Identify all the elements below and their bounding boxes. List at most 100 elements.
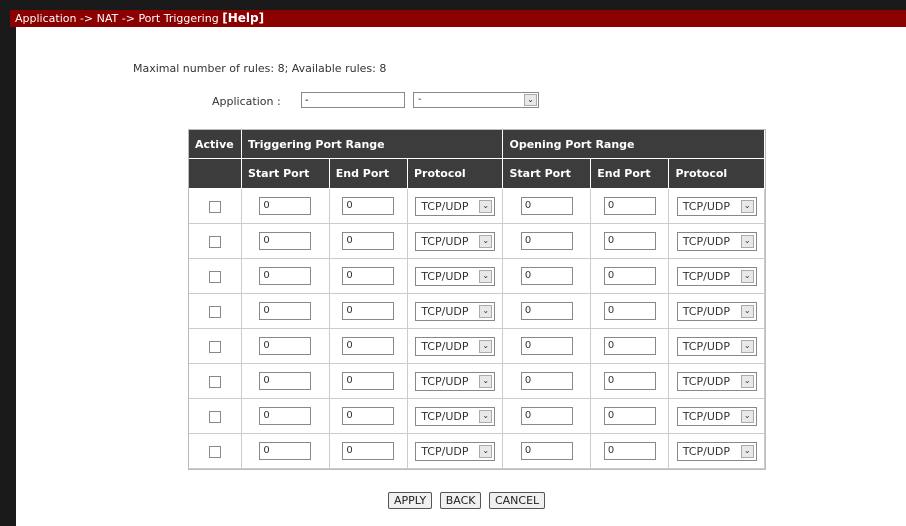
trig-protocol-value: TCP/UDP bbox=[421, 444, 469, 458]
open-end-port-input[interactable]: 0 bbox=[603, 197, 656, 215]
active-checkbox[interactable] bbox=[209, 445, 221, 458]
application-input[interactable] bbox=[301, 92, 405, 108]
header-trig-start-port: Start Port bbox=[242, 159, 330, 189]
open-protocol-select[interactable]: TCP/UDP ⌄ bbox=[676, 231, 757, 251]
chevron-down-icon[interactable]: ⌄ bbox=[740, 304, 754, 318]
header-active: Active bbox=[189, 130, 242, 159]
open-end-port-input[interactable]: 0 bbox=[603, 372, 656, 390]
trig-start-port-input[interactable]: 0 bbox=[259, 302, 312, 320]
open-end-port-input[interactable]: 0 bbox=[603, 442, 656, 460]
open-start-port-input[interactable]: 0 bbox=[520, 197, 573, 215]
open-protocol-value: TCP/UDP bbox=[682, 269, 730, 283]
trig-end-port-input[interactable]: 0 bbox=[342, 302, 395, 320]
trig-protocol-select[interactable]: TCP/UDP ⌄ bbox=[415, 301, 496, 321]
open-protocol-select[interactable]: TCP/UDP ⌄ bbox=[676, 371, 757, 391]
trig-protocol-select[interactable]: TCP/UDP ⌄ bbox=[415, 196, 496, 216]
table-cell: 0 bbox=[329, 189, 408, 224]
cancel-button[interactable]: CANCEL bbox=[488, 492, 546, 509]
back-button[interactable]: BACK bbox=[439, 492, 482, 509]
table-row: 0 0 TCP/UDP ⌄ 0 0 TCP/UDP ⌄ bbox=[189, 434, 765, 469]
chevron-down-icon[interactable]: ⌄ bbox=[740, 409, 754, 423]
trig-start-port-input[interactable]: 0 bbox=[259, 232, 312, 250]
chevron-down-icon[interactable]: ⌄ bbox=[479, 444, 493, 458]
trig-end-port-input[interactable]: 0 bbox=[342, 267, 395, 285]
apply-button[interactable]: APPLY bbox=[388, 492, 433, 509]
trig-protocol-select[interactable]: TCP/UDP ⌄ bbox=[415, 231, 496, 251]
trig-start-port-input[interactable]: 0 bbox=[259, 337, 312, 355]
open-protocol-select[interactable]: TCP/UDP ⌄ bbox=[676, 406, 757, 426]
open-end-port-input[interactable]: 0 bbox=[603, 267, 656, 285]
trig-start-port-input[interactable]: 0 bbox=[259, 407, 312, 425]
table-cell: TCP/UDP ⌄ bbox=[669, 294, 765, 329]
table-cell: 0 bbox=[591, 329, 670, 364]
trig-end-port-input[interactable]: 0 bbox=[342, 197, 395, 215]
open-end-port-input[interactable]: 0 bbox=[603, 232, 656, 250]
active-checkbox[interactable] bbox=[209, 305, 221, 318]
chevron-down-icon[interactable]: ⌄ bbox=[740, 199, 754, 213]
trig-protocol-select[interactable]: TCP/UDP ⌄ bbox=[415, 441, 496, 461]
chevron-down-icon[interactable]: ⌄ bbox=[740, 234, 754, 248]
active-checkbox[interactable] bbox=[209, 410, 221, 423]
open-start-port-input[interactable]: 0 bbox=[520, 407, 573, 425]
active-checkbox[interactable] bbox=[209, 235, 221, 248]
open-start-port-input[interactable]: 0 bbox=[520, 267, 573, 285]
trig-protocol-select[interactable]: TCP/UDP ⌄ bbox=[415, 371, 496, 391]
chevron-down-icon[interactable]: ⌄ bbox=[479, 269, 493, 283]
open-start-port-input[interactable]: 0 bbox=[520, 372, 573, 390]
active-checkbox[interactable] bbox=[209, 200, 221, 213]
table-row: 0 0 TCP/UDP ⌄ 0 0 TCP/UDP ⌄ bbox=[189, 329, 765, 364]
trig-end-port-input[interactable]: 0 bbox=[342, 407, 395, 425]
trig-start-port-input[interactable]: 0 bbox=[259, 267, 312, 285]
left-border bbox=[10, 27, 16, 526]
table-cell: 0 bbox=[503, 329, 592, 364]
trig-protocol-select[interactable]: TCP/UDP ⌄ bbox=[415, 266, 496, 286]
open-end-port-input[interactable]: 0 bbox=[603, 302, 656, 320]
header-trig-end-port: End Port bbox=[329, 159, 408, 189]
chevron-down-icon[interactable]: ⌄ bbox=[479, 339, 493, 353]
chevron-down-icon[interactable]: ⌄ bbox=[479, 199, 493, 213]
trig-end-port-input[interactable]: 0 bbox=[342, 372, 395, 390]
active-checkbox[interactable] bbox=[209, 340, 221, 353]
table-cell: 0 bbox=[329, 434, 408, 469]
open-start-port-input[interactable]: 0 bbox=[520, 232, 573, 250]
open-start-port-input[interactable]: 0 bbox=[520, 337, 573, 355]
chevron-down-icon[interactable]: ⌄ bbox=[479, 234, 493, 248]
table-row: 0 0 TCP/UDP ⌄ 0 0 TCP/UDP ⌄ bbox=[189, 399, 765, 434]
table-cell: TCP/UDP ⌄ bbox=[669, 399, 765, 434]
chevron-down-icon[interactable]: ⌄ bbox=[479, 409, 493, 423]
table-cell bbox=[189, 294, 242, 329]
open-protocol-select[interactable]: TCP/UDP ⌄ bbox=[676, 196, 757, 216]
open-protocol-select[interactable]: TCP/UDP ⌄ bbox=[676, 336, 757, 356]
table-cell: TCP/UDP ⌄ bbox=[407, 434, 504, 469]
trig-end-port-input[interactable]: 0 bbox=[342, 442, 395, 460]
breadcrumb: Application -> NAT -> Port Triggering bbox=[15, 12, 219, 25]
active-checkbox[interactable] bbox=[209, 270, 221, 283]
trig-start-port-input[interactable]: 0 bbox=[259, 372, 312, 390]
active-checkbox[interactable] bbox=[209, 375, 221, 388]
open-end-port-input[interactable]: 0 bbox=[603, 407, 656, 425]
trig-protocol-select[interactable]: TCP/UDP ⌄ bbox=[415, 406, 496, 426]
open-protocol-select[interactable]: TCP/UDP ⌄ bbox=[676, 301, 757, 321]
chevron-down-icon[interactable]: ⌄ bbox=[740, 269, 754, 283]
trig-start-port-input[interactable]: 0 bbox=[259, 197, 312, 215]
application-select[interactable]: - ⌄ bbox=[413, 92, 539, 108]
open-protocol-select[interactable]: TCP/UDP ⌄ bbox=[676, 441, 757, 461]
chevron-down-icon[interactable]: ⌄ bbox=[740, 444, 754, 458]
help-link[interactable]: [Help] bbox=[222, 11, 264, 25]
chevron-down-icon[interactable]: ⌄ bbox=[479, 374, 493, 388]
table-cell: TCP/UDP ⌄ bbox=[407, 259, 504, 294]
chevron-down-icon[interactable]: ⌄ bbox=[524, 94, 537, 106]
chevron-down-icon[interactable]: ⌄ bbox=[740, 339, 754, 353]
trig-protocol-select[interactable]: TCP/UDP ⌄ bbox=[415, 336, 496, 356]
trig-start-port-input[interactable]: 0 bbox=[259, 442, 312, 460]
open-end-port-input[interactable]: 0 bbox=[603, 337, 656, 355]
chevron-down-icon[interactable]: ⌄ bbox=[740, 374, 754, 388]
rules-table: Active Triggering Port Range Opening Por… bbox=[188, 129, 766, 470]
open-start-port-input[interactable]: 0 bbox=[520, 442, 573, 460]
trig-end-port-input[interactable]: 0 bbox=[342, 337, 395, 355]
open-protocol-select[interactable]: TCP/UDP ⌄ bbox=[676, 266, 757, 286]
open-start-port-input[interactable]: 0 bbox=[520, 302, 573, 320]
trig-end-port-input[interactable]: 0 bbox=[342, 232, 395, 250]
chevron-down-icon[interactable]: ⌄ bbox=[479, 304, 493, 318]
rules-body: 0 0 TCP/UDP ⌄ 0 0 TCP/UDP ⌄ 0 0 TCP/UDP ⌄ 0 0 TCP/UDP ⌄… bbox=[189, 189, 765, 469]
